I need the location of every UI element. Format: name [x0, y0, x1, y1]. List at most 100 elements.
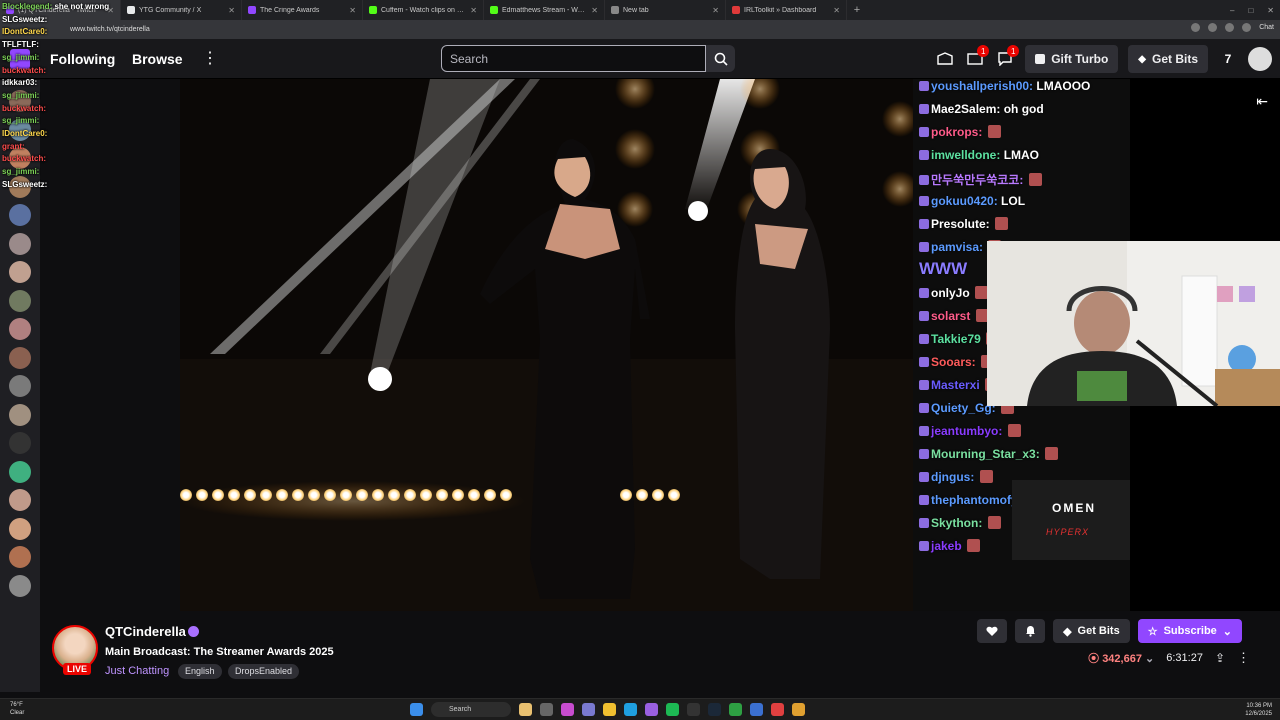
close-tab-icon[interactable]: ✕: [712, 6, 719, 15]
app-icon[interactable]: [645, 703, 658, 716]
followed-channel-avatar[interactable]: [9, 489, 31, 511]
browser-tab[interactable]: YTG Community / X ✕: [121, 0, 242, 20]
extension-icon[interactable]: [1208, 23, 1218, 32]
browser-tab[interactable]: New tab ✕: [605, 0, 726, 20]
followed-channel-avatar[interactable]: [9, 546, 31, 568]
widgets-icon[interactable]: [519, 703, 532, 716]
video-player[interactable]: [180, 79, 913, 611]
chat-username: jeantumbyo:: [931, 424, 1003, 438]
followed-channel-avatar[interactable]: [9, 375, 31, 397]
emote-icon: [1007, 424, 1021, 437]
tag-drops-enabled[interactable]: DropsEnabled: [228, 664, 300, 679]
more-options-icon[interactable]: ⋮: [202, 48, 218, 68]
close-tab-icon[interactable]: ✕: [833, 6, 840, 15]
taskbar-search[interactable]: Search: [431, 702, 511, 717]
followed-channel-avatar[interactable]: [9, 289, 31, 312]
teams-icon[interactable]: [582, 703, 595, 716]
task-view-icon[interactable]: [540, 703, 553, 716]
followed-channel-avatar[interactable]: [9, 574, 31, 597]
address-bar[interactable]: www.twitch.tv/qtcinderella Chat: [0, 20, 1280, 39]
edge-icon[interactable]: [624, 703, 637, 716]
stream-chat-line: WWW: [919, 259, 967, 279]
app-icon[interactable]: [729, 703, 742, 716]
followed-channel-avatar[interactable]: [9, 261, 31, 283]
tag-english[interactable]: English: [178, 664, 222, 679]
followed-channel-avatar[interactable]: [9, 318, 31, 340]
browser-tab[interactable]: Edmatthews Stream - Watch Live o ✕: [484, 0, 605, 20]
followed-channel-avatar[interactable]: [9, 232, 31, 255]
chat-badge-icon: [919, 449, 929, 459]
close-tab-icon[interactable]: ✕: [591, 6, 598, 15]
gift-turbo-button[interactable]: Gift Turbo: [1025, 45, 1119, 73]
chat-username: sg_jimmi:: [2, 116, 40, 126]
chat-username: onlyJo: [931, 286, 970, 300]
minimize-icon[interactable]: –: [1230, 6, 1234, 15]
chrome-icon[interactable]: [792, 703, 805, 716]
extension-icon[interactable]: [1191, 23, 1201, 32]
follow-heart-button[interactable]: [977, 619, 1008, 643]
browser-tab[interactable]: Cuffem - Watch clips on Kick ✕: [363, 0, 484, 20]
chat-username: buckwatch:: [2, 154, 47, 164]
emote-icon: [987, 125, 1001, 138]
expand-chat-icon[interactable]: ⇤: [1256, 93, 1268, 110]
close-tab-icon[interactable]: ✕: [349, 6, 356, 15]
taskbar-clock[interactable]: 10:36 PM 12/6/2025: [1245, 702, 1272, 718]
start-icon[interactable]: [410, 703, 423, 716]
app-icon[interactable]: [771, 703, 784, 716]
search-button[interactable]: [706, 45, 735, 72]
profile-icon[interactable]: [1242, 23, 1252, 32]
screen: (1) QTCinderella - Twitch ✕ YTG Community …: [0, 0, 1280, 720]
whispers-icon[interactable]: 1: [995, 45, 1020, 69]
7tv-icon[interactable]: 7: [1218, 49, 1238, 69]
more-options-icon[interactable]: ⋮: [1237, 650, 1250, 666]
followed-channel-avatar[interactable]: [9, 432, 31, 454]
notification-bell-button[interactable]: [1015, 619, 1046, 643]
prime-loot-icon[interactable]: [935, 49, 955, 69]
chat-message: LMAOOO: [1036, 79, 1091, 93]
followed-channel-avatar[interactable]: [9, 346, 31, 369]
get-bits-top-button[interactable]: ◆ Get Bits: [1128, 45, 1208, 73]
file-explorer-icon[interactable]: [603, 703, 616, 716]
steam-icon[interactable]: [708, 703, 721, 716]
browser-tab[interactable]: IRLToolkit » Dashboard ✕: [726, 0, 847, 20]
nav-browse-link[interactable]: Browse: [132, 51, 183, 67]
stream-stats: ⦿ 342,667 ⌄ 6:31:27 ⇪ ⋮: [1088, 649, 1250, 667]
spotify-icon[interactable]: [666, 703, 679, 716]
copilot-icon[interactable]: [561, 703, 574, 716]
chat-username: buckwatch:: [2, 103, 47, 113]
chat-username: IDontCare0:: [2, 129, 48, 139]
chat-username: Masterxi: [931, 378, 980, 392]
followed-channel-avatar[interactable]: [9, 460, 31, 483]
get-bits-button[interactable]: ◆ Get Bits: [1053, 619, 1130, 643]
followed-channel-avatar[interactable]: [9, 403, 31, 426]
followed-channel-avatar[interactable]: [9, 204, 31, 226]
overlay-chat-line: sg_jimmi:: [2, 90, 122, 103]
stream-chat-line: youshallperish00: LMAOOO: [919, 79, 1090, 93]
streamer-name[interactable]: QTCinderella: [105, 624, 186, 639]
copilot-chat-button[interactable]: Chat: [1259, 24, 1274, 31]
stream-chat-line: Skython:: [919, 516, 1001, 530]
subscribe-button[interactable]: ☆ Subscribe ⌄: [1137, 619, 1242, 643]
close-tab-icon[interactable]: ✕: [470, 6, 477, 15]
notifications-icon[interactable]: 1: [965, 45, 990, 69]
viewer-count[interactable]: ⦿ 342,667 ⌄: [1088, 650, 1154, 666]
chevron-down-icon: ⌄: [1222, 625, 1232, 638]
app-icon[interactable]: [687, 703, 700, 716]
app-icon[interactable]: [750, 703, 763, 716]
share-icon[interactable]: ⇪: [1215, 651, 1225, 665]
search-input[interactable]: [441, 45, 706, 72]
browser-tab[interactable]: The Cringe Awards ✕: [242, 0, 363, 20]
followed-channel-avatar[interactable]: [9, 517, 31, 540]
user-avatar[interactable]: [1248, 47, 1272, 71]
close-window-icon[interactable]: ✕: [1267, 6, 1274, 15]
extension-icon[interactable]: [1225, 23, 1235, 32]
category-link[interactable]: Just Chatting: [105, 665, 169, 677]
new-tab-button[interactable]: +: [847, 4, 867, 16]
close-tab-icon[interactable]: ✕: [228, 6, 235, 15]
search-bar: [441, 45, 735, 72]
weather-widget[interactable]: 76°F Clear: [10, 701, 24, 717]
chat-badge-icon: [919, 219, 929, 229]
stream-chat-line: Mourning_Star_x3:: [919, 447, 1059, 461]
chat-message: oh god: [1003, 102, 1044, 116]
maximize-icon[interactable]: □: [1248, 6, 1253, 15]
